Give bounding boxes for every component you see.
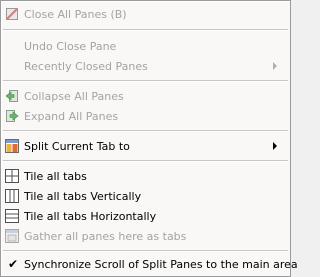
menu-separator bbox=[3, 130, 288, 132]
context-menu: Close All Panes (B) Undo Close Pane Rece… bbox=[0, 0, 298, 277]
menu-item-tile-vertically[interactable]: Tile all tabs Vertically bbox=[2, 187, 289, 206]
menu-item-collapse-all-panes[interactable]: Collapse All Panes bbox=[2, 87, 289, 106]
menu-item-label: Tile all tabs Horizontally bbox=[24, 210, 157, 223]
menu-item-label: Split Current Tab to bbox=[24, 140, 130, 153]
menu-separator bbox=[3, 29, 288, 31]
menu-item-tile-horizontally[interactable]: Tile all tabs Horizontally bbox=[2, 207, 289, 226]
expand-panes-icon bbox=[5, 109, 19, 123]
menu-item-expand-all-panes[interactable]: Expand All Panes bbox=[2, 107, 289, 126]
menu-item-gather-panes[interactable]: Gather all panes here as tabs bbox=[2, 227, 289, 246]
menu-item-label: Collapse All Panes bbox=[24, 90, 124, 103]
split-tab-icon bbox=[5, 139, 19, 153]
menu-item-label: Recently Closed Panes bbox=[24, 60, 148, 73]
menu-item-label: Close All Panes (B) bbox=[24, 8, 127, 21]
menu-item-recently-closed-panes[interactable]: Recently Closed Panes bbox=[2, 57, 289, 76]
menu-item-tile-all-tabs[interactable]: Tile all tabs bbox=[2, 167, 289, 186]
close-all-panes-icon bbox=[5, 7, 19, 21]
menu-item-label: Tile all tabs bbox=[24, 170, 87, 183]
tile-all-icon bbox=[5, 169, 19, 183]
menu-separator bbox=[3, 250, 288, 252]
gather-panes-icon bbox=[5, 229, 19, 243]
collapse-panes-icon bbox=[5, 89, 19, 103]
submenu-arrow-icon bbox=[273, 142, 277, 150]
tile-vertical-icon bbox=[5, 189, 19, 203]
menu-item-label: Expand All Panes bbox=[24, 110, 119, 123]
menu-separator bbox=[3, 160, 288, 162]
menu-item-label: Tile all tabs Vertically bbox=[24, 190, 142, 203]
menu-item-close-all-panes[interactable]: Close All Panes (B) bbox=[2, 5, 289, 24]
menu-item-synchronize-scroll[interactable]: ✔ Synchronize Scroll of Split Panes to t… bbox=[2, 255, 298, 274]
menu-item-undo-close-pane[interactable]: Undo Close Pane bbox=[2, 37, 289, 56]
submenu-arrow-icon bbox=[273, 62, 277, 70]
menu-item-split-current-tab[interactable]: Split Current Tab to bbox=[2, 137, 289, 156]
menu-item-label: Synchronize Scroll of Split Panes to the… bbox=[24, 258, 298, 271]
menu-item-label: Gather all panes here as tabs bbox=[24, 230, 187, 243]
tile-horizontal-icon bbox=[5, 209, 19, 223]
menu-item-label: Undo Close Pane bbox=[24, 40, 117, 53]
checkmark-icon: ✔ bbox=[8, 257, 19, 271]
menu-separator bbox=[3, 80, 288, 82]
